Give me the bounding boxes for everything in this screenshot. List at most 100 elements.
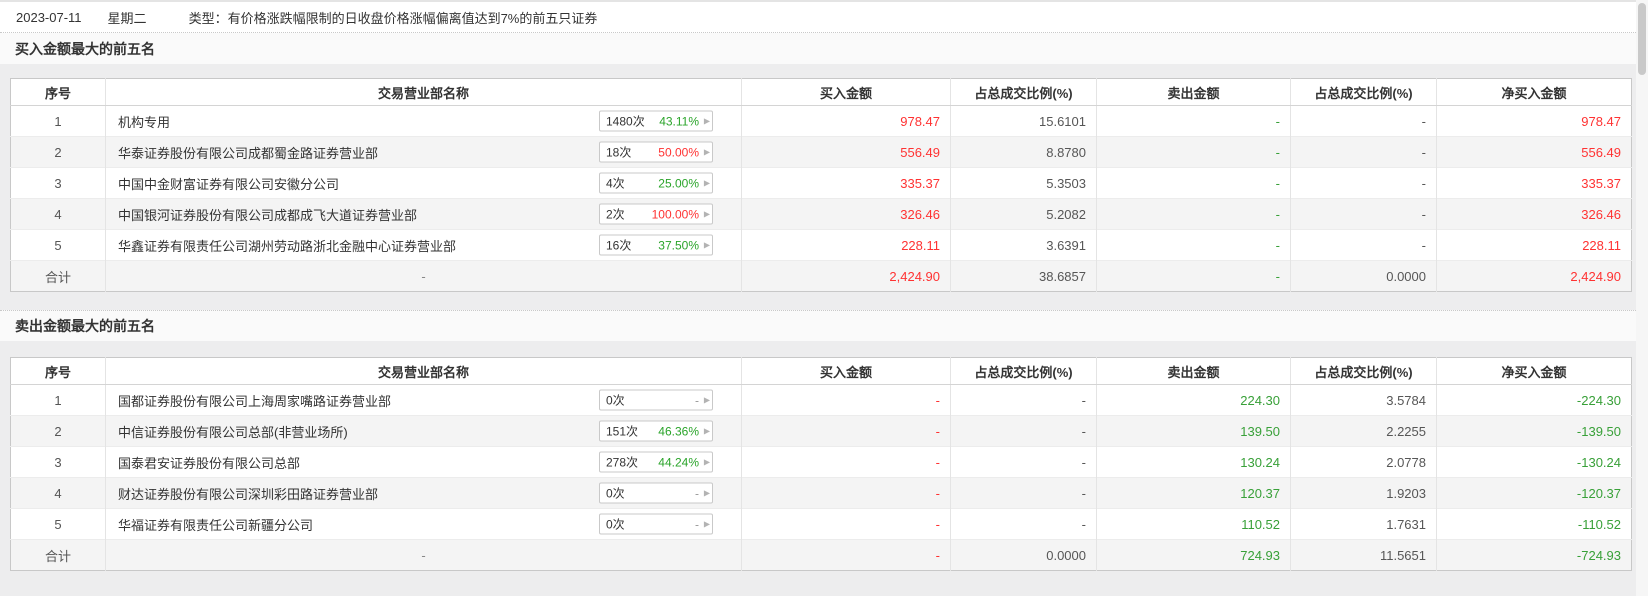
topbar: 2023-07-11 星期二 类型：有价格涨跌幅限制的日收盘价格涨幅偏离值达到7… <box>0 0 1648 33</box>
expand-arrow-icon: ▶ <box>703 395 710 404</box>
buy-amount: 335.37 <box>741 167 951 199</box>
branch-name-cell: 华泰证券股份有限公司成都蜀金路证券营业部 18次 50.00% ▶ <box>105 136 742 168</box>
expand-arrow-icon: ▶ <box>703 457 710 466</box>
sell-ratio: - <box>1290 198 1437 230</box>
badge-count: 0次 <box>606 486 625 501</box>
branch-name: 中国中金财富证券有限公司安徽分公司 <box>118 176 340 192</box>
sell-ratio: - <box>1290 167 1437 199</box>
badge-count: 18次 <box>606 145 632 160</box>
trade-count-badge[interactable]: 0次 - ▶ <box>599 482 713 504</box>
badge-pct: - <box>695 517 699 531</box>
sell-amount: 110.52 <box>1096 508 1291 540</box>
sell-amount: - <box>1096 198 1291 230</box>
badge-pct: 100.00% <box>651 207 699 221</box>
sell-ratio: 2.0778 <box>1290 446 1437 478</box>
col-buy-ratio: 占总成交比例(%) <box>950 78 1097 106</box>
branch-name: 中国银河证券股份有限公司成都成飞大道证券营业部 <box>118 207 418 223</box>
scrollbar-thumb[interactable] <box>1638 3 1646 75</box>
trade-count-badge[interactable]: 1480次 43.11% ▶ <box>599 110 713 132</box>
col-net-buy: 净买入金额 <box>1436 357 1632 385</box>
section-title-sell: 卖出金额最大的前五名 <box>0 310 1648 341</box>
sell-amount: 130.24 <box>1096 446 1291 478</box>
total-label: 合计 <box>10 260 106 292</box>
total-row: 合计 - 2,424.90 38.6857 - 0.0000 2,424.90 <box>10 260 1632 292</box>
col-buy-ratio: 占总成交比例(%) <box>950 357 1097 385</box>
table-row: 3 中国中金财富证券有限公司安徽分公司 4次 25.00% ▶ 335.37 5… <box>10 167 1632 199</box>
table-row: 2 华泰证券股份有限公司成都蜀金路证券营业部 18次 50.00% ▶ 556.… <box>10 136 1632 168</box>
total-sell-amount: 724.93 <box>1096 539 1291 571</box>
buy-amount: - <box>741 477 951 509</box>
col-net-buy: 净买入金额 <box>1436 78 1632 106</box>
sell-amount: - <box>1096 136 1291 168</box>
net-buy-amount: 335.37 <box>1436 167 1632 199</box>
trade-count-badge[interactable]: 0次 - ▶ <box>599 513 713 535</box>
total-name-dash: - <box>105 539 742 571</box>
expand-arrow-icon: ▶ <box>703 426 710 435</box>
expand-arrow-icon: ▶ <box>703 147 710 156</box>
table-row: 4 中国银河证券股份有限公司成都成飞大道证券营业部 2次 100.00% ▶ 3… <box>10 198 1632 230</box>
sell-ratio: - <box>1290 136 1437 168</box>
row-seq: 1 <box>10 384 106 416</box>
row-seq: 1 <box>10 105 106 137</box>
branch-name-cell: 华福证券有限责任公司新疆分公司 0次 - ▶ <box>105 508 742 540</box>
branch-name-cell: 中信证券股份有限公司总部(非营业场所) 151次 46.36% ▶ <box>105 415 742 447</box>
buy-amount: - <box>741 446 951 478</box>
buy-amount: 326.46 <box>741 198 951 230</box>
buy-ratio: - <box>950 415 1097 447</box>
total-name-dash: - <box>105 260 742 292</box>
trade-count-badge[interactable]: 278次 44.24% ▶ <box>599 451 713 473</box>
date-text: 2023-07-11 <box>16 9 82 25</box>
total-buy-ratio: 0.0000 <box>950 539 1097 571</box>
trade-count-badge[interactable]: 16次 37.50% ▶ <box>599 234 713 256</box>
sell-amount: 224.30 <box>1096 384 1291 416</box>
trade-count-badge[interactable]: 0次 - ▶ <box>599 389 713 411</box>
buy-table-wrap: 序号 交易营业部名称 买入金额 占总成交比例(%) 卖出金额 占总成交比例(%)… <box>10 78 1632 292</box>
col-seq: 序号 <box>10 78 106 106</box>
branch-name-cell: 机构专用 1480次 43.11% ▶ <box>105 105 742 137</box>
badge-count: 4次 <box>606 176 625 191</box>
sell-amount: 120.37 <box>1096 477 1291 509</box>
row-seq: 5 <box>10 229 106 261</box>
total-sell-ratio: 0.0000 <box>1290 260 1437 292</box>
buy-ratio: 5.2082 <box>950 198 1097 230</box>
branch-name: 中信证券股份有限公司总部(非营业场所) <box>118 424 348 440</box>
branch-name-cell: 中国中金财富证券有限公司安徽分公司 4次 25.00% ▶ <box>105 167 742 199</box>
badge-pct: - <box>695 486 699 500</box>
branch-name: 国泰君安证券股份有限公司总部 <box>118 455 301 471</box>
badge-pct: - <box>695 393 699 407</box>
net-buy-amount: 556.49 <box>1436 136 1632 168</box>
sell-table: 序号 交易营业部名称 买入金额 占总成交比例(%) 卖出金额 占总成交比例(%)… <box>10 357 1632 571</box>
badge-count: 1480次 <box>606 114 645 129</box>
buy-ratio: 3.6391 <box>950 229 1097 261</box>
sell-amount: 139.50 <box>1096 415 1291 447</box>
col-buy-amount: 买入金额 <box>741 357 951 385</box>
branch-name: 机构专用 <box>118 114 171 130</box>
sell-amount: - <box>1096 105 1291 137</box>
sell-ratio: 1.7631 <box>1290 508 1437 540</box>
badge-pct: 43.11% <box>659 114 699 128</box>
header-row: 序号 交易营业部名称 买入金额 占总成交比例(%) 卖出金额 占总成交比例(%)… <box>10 357 1632 385</box>
col-branch: 交易营业部名称 <box>105 78 742 106</box>
weekday-text: 星期二 <box>107 10 147 26</box>
trade-count-badge[interactable]: 18次 50.00% ▶ <box>599 141 713 163</box>
trade-count-badge[interactable]: 2次 100.00% ▶ <box>599 203 713 225</box>
buy-amount: - <box>741 415 951 447</box>
trade-count-badge[interactable]: 4次 25.00% ▶ <box>599 172 713 194</box>
sell-ratio: 1.9203 <box>1290 477 1437 509</box>
badge-pct: 37.50% <box>658 238 699 252</box>
buy-ratio: - <box>950 384 1097 416</box>
trade-count-badge[interactable]: 151次 46.36% ▶ <box>599 420 713 442</box>
total-buy-ratio: 38.6857 <box>950 260 1097 292</box>
table-row: 1 国都证券股份有限公司上海周家嘴路证券营业部 0次 - ▶ - - 224.3… <box>10 384 1632 416</box>
col-sell-ratio: 占总成交比例(%) <box>1290 357 1437 385</box>
buy-ratio: 15.6101 <box>950 105 1097 137</box>
net-buy-amount: -224.30 <box>1436 384 1632 416</box>
row-seq: 2 <box>10 136 106 168</box>
table-row: 5 华福证券有限责任公司新疆分公司 0次 - ▶ - - 110.52 1.76… <box>10 508 1632 540</box>
buy-amount: - <box>741 508 951 540</box>
badge-count: 0次 <box>606 393 625 408</box>
vertical-scrollbar[interactable] <box>1636 0 1648 596</box>
branch-name: 财达证券股份有限公司深圳彩田路证券营业部 <box>118 486 379 502</box>
buy-ratio: 5.3503 <box>950 167 1097 199</box>
row-seq: 4 <box>10 198 106 230</box>
